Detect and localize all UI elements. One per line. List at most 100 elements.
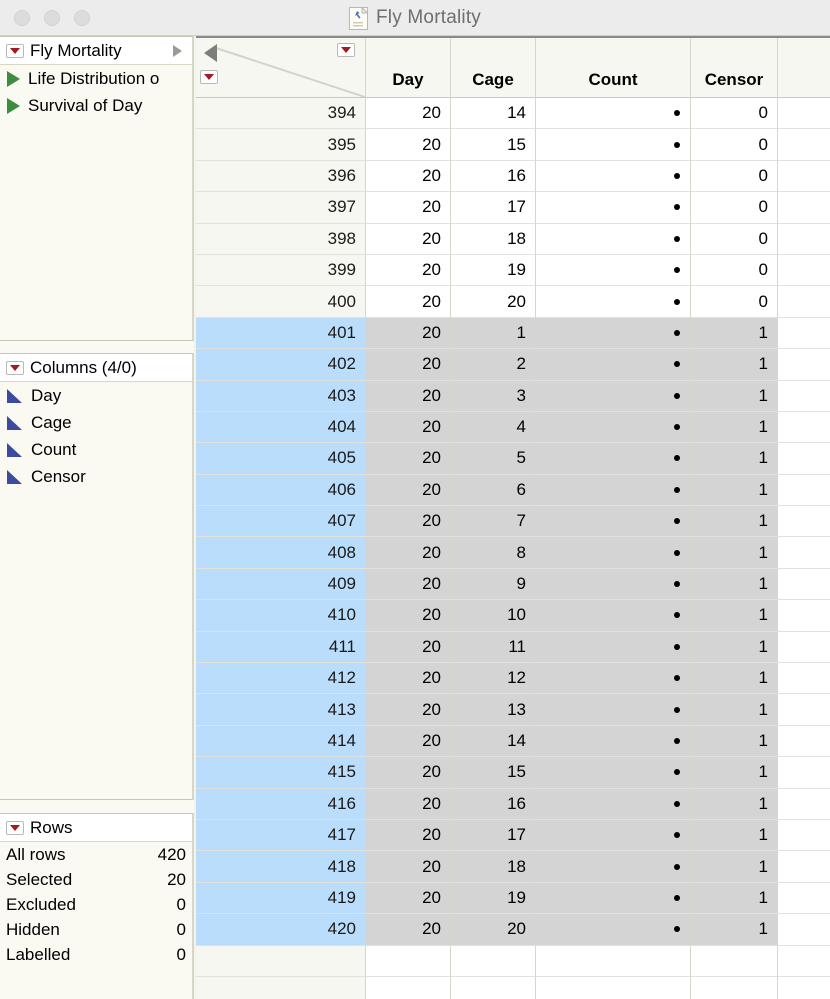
cell-day[interactable]: 20 [366,129,451,161]
table-row[interactable]: 394 20 14 0 [196,98,830,130]
cell-censor[interactable]: 1 [691,317,778,350]
cell-censor[interactable]: 1 [691,568,778,601]
table-row[interactable]: 419 20 19 1 [196,882,830,915]
cell-count[interactable] [536,286,691,318]
row-number-cell[interactable]: 398 [196,223,366,255]
column-item-day[interactable]: Day [0,382,192,409]
cell-censor[interactable]: 0 [691,129,778,161]
cell-censor[interactable]: 1 [691,914,778,946]
row-number-cell[interactable]: 396 [196,160,366,193]
cell-censor[interactable]: 0 [691,192,778,224]
cell-count[interactable] [536,725,691,758]
column-header-censor[interactable]: Censor [691,38,778,98]
row-number-cell[interactable]: 414 [196,725,366,758]
cell-count[interactable] [536,506,691,538]
row-number-cell[interactable]: 400 [196,286,366,318]
table-row[interactable]: 401 20 1 1 [196,317,830,350]
row-number-cell[interactable]: 417 [196,819,366,852]
cell-censor[interactable]: 1 [691,631,778,664]
columns-hotspot-menu-icon[interactable] [6,360,24,375]
table-row[interactable]: 415 20 15 1 [196,757,830,789]
cell-day[interactable]: 20 [366,380,451,412]
chevron-right-icon[interactable] [173,44,182,57]
cell-cage[interactable]: 5 [451,443,536,475]
cell-day[interactable]: 20 [366,788,451,820]
row-number-cell[interactable]: 411 [196,631,366,664]
cell-count[interactable] [536,443,691,475]
cell-day[interactable]: 20 [366,568,451,601]
cell-censor[interactable]: 0 [691,160,778,193]
cell-day[interactable]: 20 [366,254,451,287]
table-script-item-life-distribution[interactable]: Life Distribution o [0,65,192,92]
cell-count[interactable] [536,882,691,915]
cell-count[interactable] [536,694,691,726]
column-item-cage[interactable]: Cage [0,409,192,436]
row-number-cell[interactable]: 405 [196,443,366,475]
row-number-cell[interactable]: 404 [196,411,366,444]
cell-day[interactable]: 20 [366,98,451,130]
table-row[interactable]: 396 20 16 0 [196,160,830,193]
cell-censor[interactable]: 1 [691,349,778,381]
cell-censor[interactable]: 1 [691,537,778,569]
cell-day[interactable]: 20 [366,882,451,915]
table-row[interactable]: 410 20 10 1 [196,600,830,632]
cell-count[interactable] [536,788,691,820]
cell-censor[interactable]: 1 [691,725,778,758]
cell-count[interactable] [536,411,691,444]
table-row[interactable]: 420 20 20 1 [196,914,830,946]
cell-cage[interactable]: 4 [451,411,536,444]
cell-day[interactable]: 20 [366,819,451,852]
table-row[interactable]: 412 20 12 1 [196,663,830,695]
cell-count[interactable] [536,819,691,852]
cell-day[interactable]: 20 [366,474,451,507]
cell-count[interactable] [536,192,691,224]
cell-day[interactable]: 20 [366,349,451,381]
cell-day[interactable]: 20 [366,663,451,695]
cell-count[interactable] [536,600,691,632]
row-number-cell[interactable]: 394 [196,98,366,130]
cell-cage[interactable]: 2 [451,349,536,381]
cell-censor[interactable]: 1 [691,380,778,412]
cell-cage[interactable]: 7 [451,506,536,538]
cell-cage[interactable]: 20 [451,286,536,318]
cell-day[interactable]: 20 [366,757,451,789]
cell-cage[interactable]: 18 [451,223,536,255]
row-number-cell[interactable]: 395 [196,129,366,161]
cell-cage[interactable]: 1 [451,317,536,350]
cell-censor[interactable]: 1 [691,788,778,820]
cell-count[interactable] [536,223,691,255]
column-header-count[interactable]: Count [536,38,691,98]
cell-count[interactable] [536,537,691,569]
cell-cage[interactable]: 16 [451,788,536,820]
cell-day[interactable]: 20 [366,443,451,475]
table-hotspot-menu-icon[interactable] [6,43,24,58]
cell-cage[interactable]: 17 [451,192,536,224]
cell-cage[interactable]: 20 [451,914,536,946]
cell-censor[interactable]: 1 [691,474,778,507]
row-number-cell[interactable]: 403 [196,380,366,412]
table-row[interactable]: 406 20 6 1 [196,474,830,507]
row-number-cell[interactable]: 407 [196,506,366,538]
row-number-cell[interactable]: 416 [196,788,366,820]
cell-day[interactable]: 20 [366,851,451,883]
rows-hotspot-menu-icon[interactable] [6,820,24,835]
cell-cage[interactable]: 11 [451,631,536,664]
cell-count[interactable] [536,851,691,883]
cell-count[interactable] [536,663,691,695]
table-row[interactable]: 405 20 5 1 [196,443,830,475]
cell-cage[interactable]: 3 [451,380,536,412]
cell-censor[interactable]: 0 [691,286,778,318]
cell-count[interactable] [536,474,691,507]
cell-censor[interactable]: 0 [691,223,778,255]
table-row[interactable]: 397 20 17 0 [196,192,830,224]
cell-censor[interactable]: 1 [691,851,778,883]
cell-day[interactable]: 20 [366,192,451,224]
cell-day[interactable]: 20 [366,286,451,318]
table-row[interactable]: 402 20 2 1 [196,349,830,381]
cell-cage[interactable]: 14 [451,98,536,130]
cell-day[interactable]: 20 [366,223,451,255]
cell-cage[interactable]: 19 [451,254,536,287]
cell-censor[interactable]: 1 [691,882,778,915]
table-script-item-survival-of-day[interactable]: Survival of Day [0,92,192,119]
cell-cage[interactable]: 16 [451,160,536,193]
